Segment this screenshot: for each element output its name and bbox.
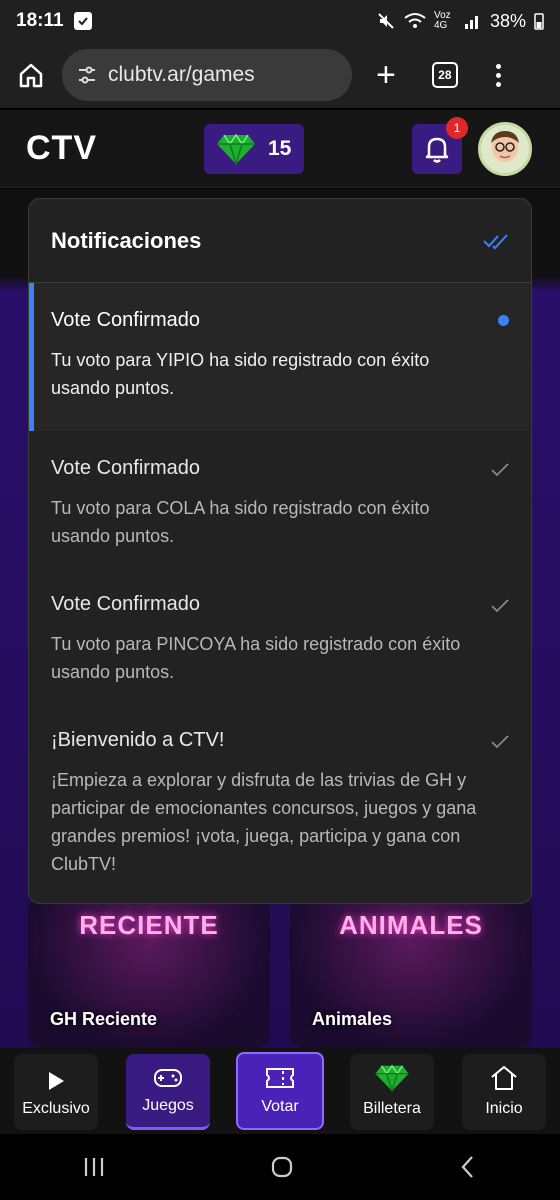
notification-body: Tu voto para COLA ha sido registrado con… xyxy=(51,498,430,546)
notification-title: Vote Confirmado xyxy=(51,457,200,479)
notification-body: Tu voto para PINCOYA ha sido registrado … xyxy=(51,634,461,682)
game-card-gh-reciente[interactable]: RECIENTE GH Reciente xyxy=(28,896,270,1048)
home-icon xyxy=(491,1066,517,1090)
gamepad-icon xyxy=(154,1069,182,1087)
network-label: Voz 4G xyxy=(433,10,451,31)
site-settings-icon[interactable] xyxy=(76,64,98,86)
notification-body: ¡Empieza a explorar y disfruta de las tr… xyxy=(51,770,477,874)
game-card-animales[interactable]: ANIMALES Animales xyxy=(290,896,532,1048)
notifications-panel: Notificaciones Vote Confirmado Tu voto p… xyxy=(28,198,532,904)
avatar[interactable] xyxy=(478,122,532,176)
address-bar[interactable]: clubtv.ar/games xyxy=(62,49,352,101)
app-header: CTV 15 1 xyxy=(0,110,560,188)
mark-all-read-icon[interactable] xyxy=(483,232,509,250)
nav-label: Exclusivo xyxy=(22,1100,90,1117)
game-card-label: Animales xyxy=(312,1009,393,1029)
points-value: 15 xyxy=(268,137,292,160)
user-avatar-icon xyxy=(491,131,519,162)
browser-toolbar: clubtv.ar/games + 28 xyxy=(0,42,560,108)
home-icon[interactable] xyxy=(16,60,46,90)
notification-title: Vote Confirmado xyxy=(51,309,200,331)
status-time: 18:11 xyxy=(16,10,64,31)
nav-votar[interactable]: Votar xyxy=(236,1052,324,1130)
new-tab-button[interactable]: + xyxy=(376,58,396,92)
play-icon xyxy=(49,1072,64,1090)
home-button-icon[interactable] xyxy=(270,1155,294,1179)
nav-inicio[interactable]: Inicio xyxy=(462,1054,546,1130)
notifications-button[interactable]: 1 xyxy=(412,117,468,174)
nav-label: Juegos xyxy=(142,1097,194,1114)
logo[interactable]: CTV xyxy=(26,129,97,168)
battery-text: 38% xyxy=(489,10,526,31)
nav-exclusivo[interactable]: Exclusivo xyxy=(14,1054,98,1130)
read-check-icon xyxy=(491,735,509,749)
gem-icon xyxy=(375,1064,409,1092)
status-bar: 18:11 Voz 4G 38% xyxy=(0,0,560,42)
notification-item[interactable]: Vote Confirmado Tu voto para PINCOYA ha … xyxy=(29,567,531,703)
gem-icon xyxy=(217,133,255,165)
notification-status-icon xyxy=(73,12,92,30)
back-icon[interactable] xyxy=(458,1155,478,1179)
browser-menu-button[interactable] xyxy=(495,63,501,87)
notification-item[interactable]: Vote Confirmado Tu voto para COLA ha sid… xyxy=(29,431,531,567)
game-card-label: GH Reciente xyxy=(50,1009,158,1029)
game-card-art: RECIENTE xyxy=(79,910,219,940)
notification-item[interactable]: Vote Confirmado Tu voto para YIPIO ha si… xyxy=(29,283,531,431)
notification-body: Tu voto para YIPIO ha sido registrado co… xyxy=(51,350,430,398)
system-nav-bar xyxy=(0,1134,560,1200)
bell-icon xyxy=(425,137,449,163)
read-check-icon xyxy=(491,463,509,477)
battery-icon xyxy=(534,13,544,30)
nav-billetera[interactable]: Billetera xyxy=(350,1054,434,1130)
notification-item[interactable]: ¡Bienvenido a CTV! ¡Empieza a explorar y… xyxy=(29,703,531,903)
notifications-header: Notificaciones xyxy=(29,199,531,283)
signal-icon xyxy=(464,16,478,29)
points-balance[interactable]: 15 xyxy=(204,124,304,174)
url-text: clubtv.ar/games xyxy=(108,63,255,86)
recent-apps-icon[interactable] xyxy=(82,1156,106,1178)
wifi-icon xyxy=(404,13,426,28)
nav-juegos[interactable]: Juegos xyxy=(126,1054,210,1130)
game-card-art: ANIMALES xyxy=(339,910,483,940)
nav-label: Inicio xyxy=(485,1100,523,1117)
bottom-nav: Exclusivo Juegos Votar Billetera Inicio xyxy=(0,1048,560,1134)
ticket-icon xyxy=(266,1068,294,1088)
nav-label: Votar xyxy=(261,1098,299,1115)
tab-switcher-button[interactable]: 28 xyxy=(431,62,458,88)
read-check-icon xyxy=(491,599,509,613)
notification-title: Vote Confirmado xyxy=(51,593,200,615)
notifications-title: Notificaciones xyxy=(51,227,202,253)
unread-dot-icon xyxy=(498,315,509,326)
nav-label: Billetera xyxy=(363,1100,421,1117)
mute-icon xyxy=(378,13,394,29)
notification-count-badge: 1 xyxy=(446,117,468,139)
notification-title: ¡Bienvenido a CTV! xyxy=(51,729,225,751)
